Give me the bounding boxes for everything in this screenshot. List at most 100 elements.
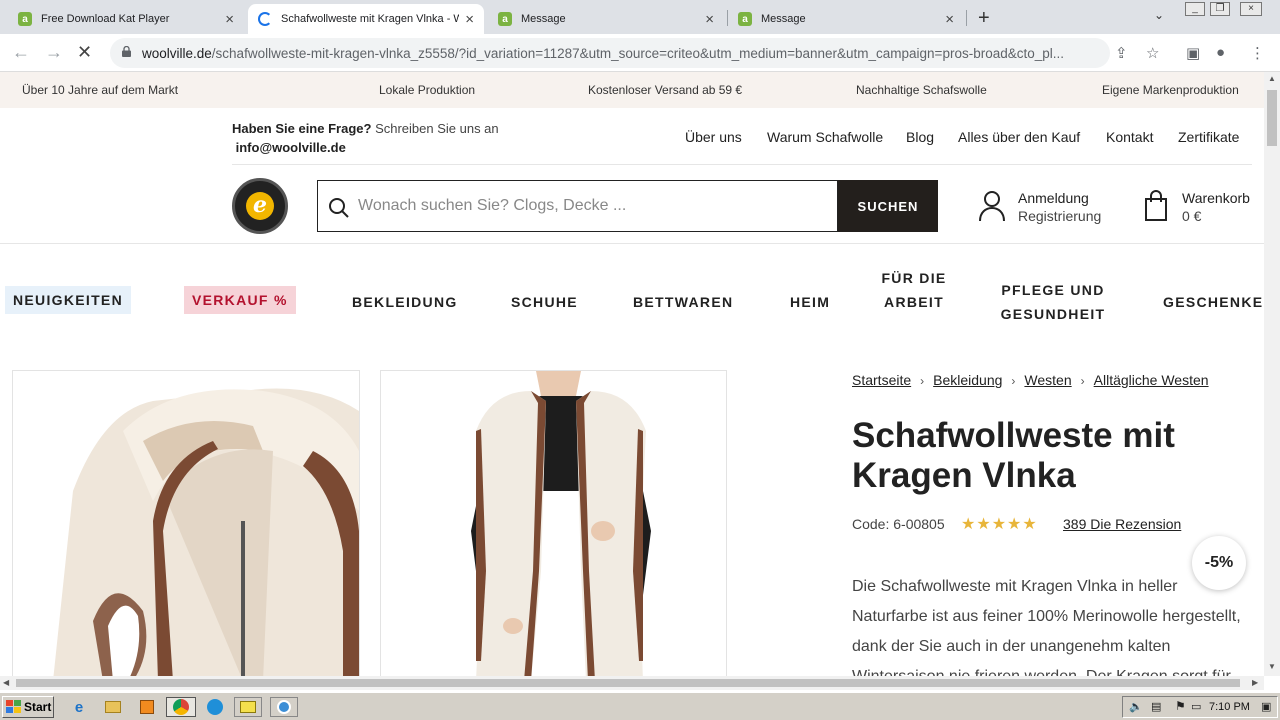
horizontal-scroll-thumb[interactable] [16,679,1240,687]
category-clothing[interactable]: BEKLEIDUNG [352,290,458,314]
category-shoes[interactable]: SCHUHE [511,290,578,314]
close-window-button[interactable]: × [1240,2,1262,16]
product-code: Code: 6-00805 [852,516,945,532]
close-icon[interactable]: × [465,11,474,28]
topnav-blog[interactable]: Blog [906,129,934,145]
tab-0[interactable]: a Free Download Kat Player × [8,4,244,34]
app-icon[interactable] [270,697,298,717]
side-panel-icon[interactable]: ▣ [1186,44,1200,62]
contact-question: Haben Sie eine Frage? [232,121,372,136]
ie-icon[interactable]: e [68,697,90,717]
edge-icon[interactable] [204,697,226,717]
start-button[interactable]: Start [2,696,54,718]
tray-app-icon[interactable]: ▭ [1191,700,1201,713]
trusted-shops-e-icon: e [246,192,274,220]
contact-info: Haben Sie eine Frage? Schreiben Sie uns … [232,119,499,157]
cart-value: 0 € [1182,208,1202,224]
category-sale[interactable]: VERKAUF % [184,286,296,314]
vertical-scroll-thumb[interactable] [1267,90,1277,146]
chrome-icon[interactable] [166,697,196,717]
close-icon[interactable]: × [705,11,714,28]
vest-closeup-image [13,371,359,676]
tab-3[interactable]: a Message × [728,4,964,34]
minimize-button[interactable]: _ [1185,2,1205,16]
reviews-link[interactable]: 389 Die Rezension [1063,516,1181,532]
scroll-left-arrow-icon[interactable]: ◀ [3,678,9,687]
category-gifts[interactable]: GESCHENKE [1163,290,1263,314]
horizontal-scrollbar[interactable]: ◀ ▶ [0,676,1264,690]
search-input[interactable] [358,193,828,219]
tab-1[interactable]: Schafwollweste mit Kragen Vlnka - Wo × [248,4,484,34]
loading-spinner-icon [258,12,272,26]
app-a-icon: a [18,12,32,26]
folder-icon[interactable] [102,697,124,717]
url-host: woolville.de [142,46,212,61]
product-description: Die Schafwollweste mit Kragen Vlnka in h… [852,578,1241,676]
divider [232,164,1252,165]
bookmark-star-icon[interactable]: ☆ [1146,44,1159,62]
rating-stars-icon: ★★★★★ [961,516,1038,533]
search-button[interactable]: SUCHEN [838,180,938,232]
category-work[interactable]: FÜR DIE ARBEIT [880,266,948,314]
forward-arrow-icon[interactable]: → [45,42,63,63]
topnav-contact[interactable]: Kontakt [1106,129,1153,145]
taskbar: Start e 🔈 ▤ ⚑ ▭ 7:10 PM ▣ [0,692,1280,720]
cart-label: Warenkorb [1182,190,1250,206]
scroll-down-arrow-icon[interactable]: ▼ [1268,662,1276,671]
restore-button[interactable]: ❐ [1210,2,1230,16]
stop-loading-icon[interactable]: ✕ [77,42,92,63]
network-icon[interactable]: ▤ [1151,700,1161,713]
vertical-scrollbar[interactable]: ▲ ▼ [1264,72,1280,676]
promo-item: Kostenloser Versand ab 59 € [588,83,743,97]
clock[interactable]: 7:10 PM [1209,701,1250,713]
topnav-buying[interactable]: Alles über den Kauf [958,129,1080,145]
product-title: Schafwollweste mit Kragen Vlnka [852,416,1175,495]
new-tab-button[interactable]: + [978,7,990,30]
product-image-model[interactable] [380,370,727,676]
close-icon[interactable]: × [945,11,954,28]
menu-kebab-icon[interactable]: ⋮ [1250,44,1265,62]
page-viewport: Über 10 Jahre auf dem Markt Lokale Produ… [0,72,1264,676]
browser-toolbar: ← → ✕ woolville.de/schafwollweste-mit-kr… [0,34,1280,72]
trusted-shops-badge[interactable]: e [232,178,288,234]
scroll-up-arrow-icon[interactable]: ▲ [1268,74,1276,83]
breadcrumb: Startseite › Bekleidung › Westen › Alltägliche… [852,372,1209,388]
profile-icon[interactable]: ● [1216,44,1225,61]
tab-search-chevron-icon[interactable]: ⌄ [1154,8,1164,22]
breadcrumb-clothing[interactable]: Bekleidung [933,372,1002,388]
search-box [317,180,838,232]
close-icon[interactable]: × [225,11,234,28]
breadcrumb-home[interactable]: Startseite [852,372,911,388]
player-icon[interactable] [234,697,262,717]
topnav-about[interactable]: Über uns [685,129,742,145]
tab-2[interactable]: a Message × [488,4,724,34]
tab-separator [966,10,967,26]
address-bar[interactable]: woolville.de/schafwollweste-mit-kragen-v… [110,38,1110,68]
category-home[interactable]: HEIM [790,290,830,314]
app-a-icon: a [738,12,752,26]
flag-icon[interactable]: ⚑ [1175,699,1186,713]
user-icon [979,191,1005,222]
register-link[interactable]: Registrierung [1018,208,1101,224]
category-new[interactable]: NEUIGKEITEN [5,286,131,314]
share-icon[interactable]: ⇪ [1115,44,1128,62]
breadcrumb-vests[interactable]: Westen [1024,372,1071,388]
category-bedding[interactable]: BETTWAREN [633,290,733,314]
topnav-why-wool[interactable]: Warum Schafwolle [767,129,883,145]
product-image-main[interactable] [12,370,360,676]
volume-icon[interactable]: 🔈 [1129,700,1143,713]
breadcrumb-chevron-icon: › [920,374,925,388]
promo-item: Nachhaltige Schafswolle [856,83,987,97]
topnav-certificates[interactable]: Zertifikate [1178,129,1239,145]
show-desktop-icon[interactable]: ▣ [1261,700,1271,713]
media-player-icon[interactable] [136,697,158,717]
shopping-bag-icon [1145,190,1167,221]
contact-email-link[interactable]: info@woolville.de [236,140,346,155]
url-text[interactable]: woolville.de/schafwollweste-mit-kragen-v… [142,46,1102,61]
breadcrumb-everyday-vests[interactable]: Alltägliche Westen [1094,372,1209,388]
back-arrow-icon[interactable]: ← [12,42,30,63]
category-care-health[interactable]: PFLEGE UND GESUNDHEIT [998,278,1108,326]
login-link[interactable]: Anmeldung [1018,190,1089,206]
scroll-right-arrow-icon[interactable]: ▶ [1252,678,1258,687]
url-path: /schafwollweste-mit-kragen-vlnka_z5558/?… [211,46,1065,61]
